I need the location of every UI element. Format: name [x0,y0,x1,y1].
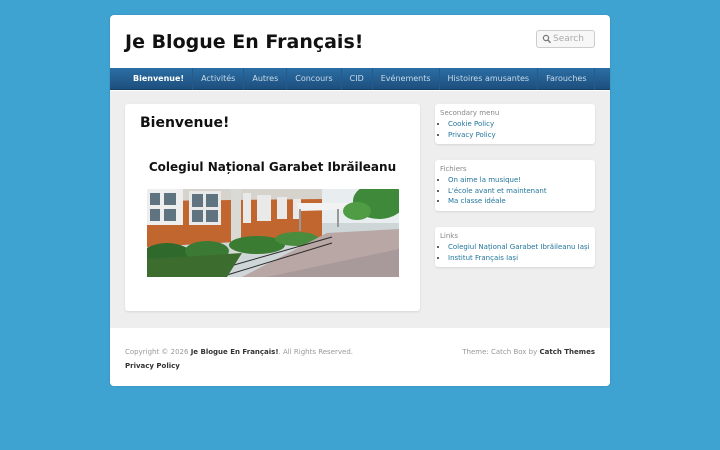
search-input[interactable] [553,31,593,47]
rights-text: . All Rights Reserved. [278,348,354,356]
site-footer: Copyright © 2026 Je Blogue En Français!.… [110,328,610,386]
widget-title: Fichiers [440,165,467,173]
page-title: Bienvenue! [140,115,230,131]
school-heading: Colegiul Național Garabet Ibrăileanu [148,160,397,174]
main-navigation: Bienvenue! Activités Autres Concours CID… [110,68,610,90]
footer-site-link[interactable]: Je Blogue En Français! [191,348,279,356]
nav-item-evenements[interactable]: Evénements [373,68,440,90]
nav-item-bienvenue[interactable]: Bienvenue! [125,68,194,90]
nav-item-farouches[interactable]: Farouches [538,68,596,90]
widget-title: Secondary menu [440,109,500,117]
site-title[interactable]: Je Blogue En Français! [125,31,363,53]
search-box[interactable] [536,30,595,48]
link-institut-francais[interactable]: Institut Français Iași [448,253,590,264]
nav-item-histoires-amusantes[interactable]: Histoires amusantes [440,68,539,90]
nav-item-autres[interactable]: Autres [244,68,288,90]
school-photo [147,189,399,277]
theme-prefix: Theme: Catch Box by [462,348,538,356]
content-area: Bienvenue! Colegiul Național Garabet Ibr… [110,91,610,328]
widget-title: Links [440,232,458,240]
copyright-prefix: Copyright © 2026 [125,348,189,356]
copyright-text: Copyright © 2026 Je Blogue En Français!.… [125,345,360,373]
theme-credit: Theme: Catch Box by Catch Themes [462,345,595,359]
nav-item-cid[interactable]: CID [342,68,373,90]
widget-fichiers: Fichiers On aime la musique! L'école ava… [435,160,595,211]
page-container: Je Blogue En Français! Bienvenue! Activi… [110,15,610,386]
link-on-aime-la-musique[interactable]: On aime la musique! [448,175,590,186]
link-colegiul[interactable]: Colegiul Național Garabet Ibrăileanu Iaș… [448,242,590,253]
main-article: Bienvenue! Colegiul Național Garabet Ibr… [125,104,420,311]
link-privacy-policy[interactable]: Privacy Policy [448,130,590,141]
search-icon [542,34,552,44]
link-ecole-avant[interactable]: L'école avant et maintenant [448,186,590,197]
theme-author-link[interactable]: Catch Themes [540,348,596,356]
widget-links: Links Colegiul Național Garabet Ibrăilea… [435,227,595,267]
widget-secondary-menu: Secondary menu Cookie Policy Privacy Pol… [435,104,595,144]
nav-item-concours[interactable]: Concours [287,68,342,90]
nav-item-activites[interactable]: Activités [193,68,245,90]
link-ma-classe-ideale[interactable]: Ma classe idéale [448,196,590,207]
footer-privacy-link[interactable]: Privacy Policy [125,362,180,370]
link-cookie-policy[interactable]: Cookie Policy [448,119,590,130]
site-header: Je Blogue En Français! [110,15,610,68]
